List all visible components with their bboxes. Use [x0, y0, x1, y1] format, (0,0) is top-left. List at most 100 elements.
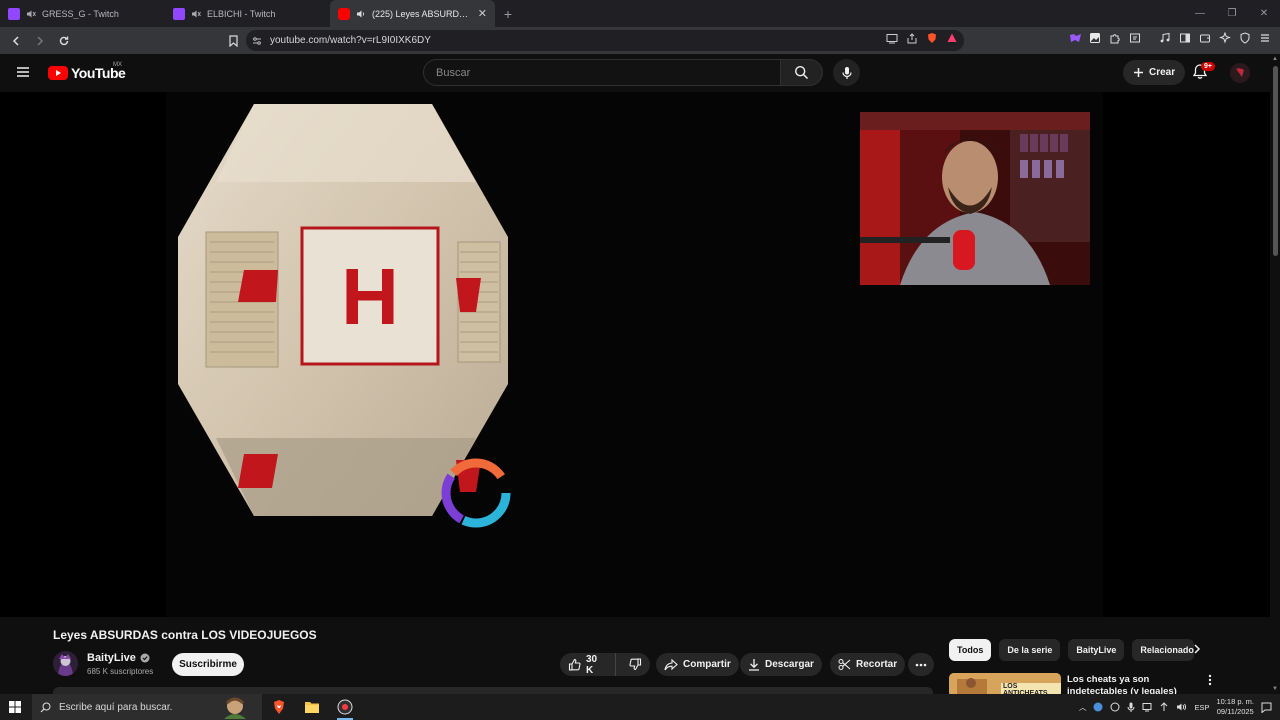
share-arrow-icon [664, 658, 678, 670]
channel-name[interactable]: BaityLive [87, 652, 150, 664]
volume-tray-icon[interactable] [1176, 702, 1187, 712]
forward-button[interactable] [30, 31, 50, 51]
voice-search-button[interactable] [833, 59, 860, 86]
windows-start-icon[interactable] [9, 701, 21, 713]
notifications-badge: 9+ [1201, 62, 1215, 71]
scroll-down-arrow-icon[interactable]: ▼ [1272, 686, 1278, 692]
muted-speaker-icon[interactable] [26, 9, 36, 19]
search-button[interactable] [781, 59, 823, 86]
download-label: Descargar [765, 659, 814, 670]
minimize-button[interactable]: — [1184, 0, 1216, 27]
browser-tab-elbichi[interactable]: ELBICHI - Twitch [165, 0, 330, 27]
muted-speaker-icon[interactable] [191, 9, 201, 19]
display-tray-icon[interactable] [1142, 702, 1152, 712]
clip-label: Recortar [856, 659, 898, 670]
close-tab-icon[interactable]: ✕ [478, 7, 487, 20]
new-tab-button[interactable]: + [495, 0, 521, 27]
mic-tray-icon[interactable] [1127, 702, 1135, 712]
youtube-play-logo-icon [48, 66, 68, 80]
like-dislike-group: 30 K [560, 653, 650, 676]
video-title: Leyes ABSURDAS contra LOS VIDEOJUEGOS [53, 628, 317, 642]
more-actions-button[interactable] [908, 653, 934, 676]
brave-rewards-icon[interactable] [946, 32, 958, 44]
steam-icon[interactable] [1093, 702, 1103, 712]
verified-check-icon [140, 653, 150, 663]
url-text[interactable]: youtube.com/watch?v=rL9I0IXK6DY [270, 35, 431, 46]
more-horizontal-icon [915, 663, 927, 666]
shield-tray-icon[interactable] [1110, 702, 1120, 712]
reload-button[interactable] [54, 31, 74, 51]
speaker-icon[interactable] [356, 9, 366, 19]
clip-button[interactable]: Recortar [830, 653, 906, 676]
subscribe-button[interactable]: Suscribirme [172, 653, 244, 676]
tray-overflow-icon[interactable]: ︿ [1079, 702, 1087, 713]
twitch-extension-icon[interactable] [1068, 31, 1082, 45]
download-icon [749, 659, 759, 671]
notification-center-icon[interactable] [1261, 702, 1272, 713]
chip-relacionado[interactable]: Relacionado [1132, 639, 1195, 661]
network-tray-icon[interactable] [1159, 702, 1169, 712]
streamer-facecam [860, 112, 1090, 285]
thumbs-down-icon [629, 658, 642, 671]
download-button[interactable]: Descargar [740, 653, 822, 676]
bookmark-icon[interactable] [223, 31, 243, 51]
scrollbar-thumb[interactable] [1273, 66, 1278, 256]
youtube-favicon-icon [338, 7, 350, 20]
chips-next-icon[interactable] [1192, 643, 1202, 655]
dislike-button[interactable] [621, 653, 650, 676]
browser-tab-gress[interactable]: GRESS_G - Twitch [0, 0, 165, 27]
taskbar-file-explorer-icon[interactable] [297, 694, 327, 720]
health-crate-letter: H [341, 252, 399, 341]
scroll-up-arrow-icon[interactable]: ▲ [1272, 56, 1278, 62]
more-vertical-icon[interactable] [1208, 674, 1212, 686]
create-button[interactable]: Crear [1123, 60, 1186, 85]
maximize-button[interactable]: ❐ [1216, 0, 1248, 27]
taskbar-obs-icon[interactable] [330, 694, 360, 720]
search-highlight-doodle-icon [212, 695, 258, 719]
search-input[interactable] [436, 66, 780, 79]
share-button[interactable]: Compartir [656, 653, 739, 676]
page-scrollbar[interactable]: ▲ ▼ [1270, 54, 1280, 698]
channel-name-text: BaityLive [87, 652, 136, 664]
related-filter-chips: Todos De la serie BaityLive Relacionado [949, 639, 1195, 661]
browser-tab-youtube[interactable]: (225) Leyes ABSURDAS contra ✕ [330, 0, 495, 27]
youtube-masthead: YouTube MX Crear 9+ [0, 54, 1270, 92]
music-icon[interactable] [1158, 31, 1172, 45]
sep [1148, 31, 1152, 45]
taskbar-search[interactable]: Escribe aquí para buscar. [32, 694, 262, 720]
brave-shields-icon[interactable] [926, 32, 938, 44]
share-page-icon[interactable] [906, 32, 918, 44]
back-button[interactable] [6, 31, 26, 51]
share-label: Compartir [683, 659, 731, 670]
close-window-button[interactable]: ✕ [1248, 0, 1280, 27]
image-extension-icon[interactable] [1088, 31, 1102, 45]
youtube-logo[interactable]: YouTube MX [48, 62, 126, 81]
channel-avatar[interactable] [53, 651, 78, 676]
chip-todos[interactable]: Todos [949, 639, 992, 661]
chip-baitylive[interactable]: BaityLive [1068, 639, 1125, 661]
address-bar-actions [886, 32, 958, 44]
wallet-icon[interactable] [1198, 31, 1212, 45]
vpn-shield-icon[interactable] [1238, 31, 1252, 45]
cast-icon[interactable] [886, 33, 898, 44]
site-info-icon[interactable] [252, 36, 262, 46]
account-avatar[interactable] [1230, 63, 1250, 83]
extension-toolbar [1068, 31, 1272, 45]
puzzle-extensions-icon[interactable] [1108, 31, 1122, 45]
guide-menu-icon[interactable] [16, 66, 30, 78]
chip-de-la-serie[interactable]: De la serie [999, 639, 1061, 661]
browser-menu-icon[interactable] [1258, 31, 1272, 45]
leo-ai-icon[interactable] [1218, 31, 1232, 45]
thumbs-up-icon [568, 658, 581, 671]
taskbar-brave-icon[interactable] [264, 694, 294, 720]
search-box [423, 59, 781, 86]
video-player[interactable]: H [0, 92, 1270, 617]
screenshot-extension-icon[interactable] [1128, 31, 1142, 45]
input-language[interactable]: ESP [1194, 703, 1209, 712]
address-bar[interactable]: youtube.com/watch?v=rL9I0IXK6DY [246, 30, 964, 51]
like-button[interactable]: 30 K [560, 653, 616, 676]
scissors-icon [838, 659, 851, 670]
taskbar-search-placeholder: Escribe aquí para buscar. [59, 701, 173, 713]
system-clock[interactable]: 10:18 p. m. 09/11/2025 [1216, 697, 1254, 717]
sidebar-toggle-icon[interactable] [1178, 31, 1192, 45]
